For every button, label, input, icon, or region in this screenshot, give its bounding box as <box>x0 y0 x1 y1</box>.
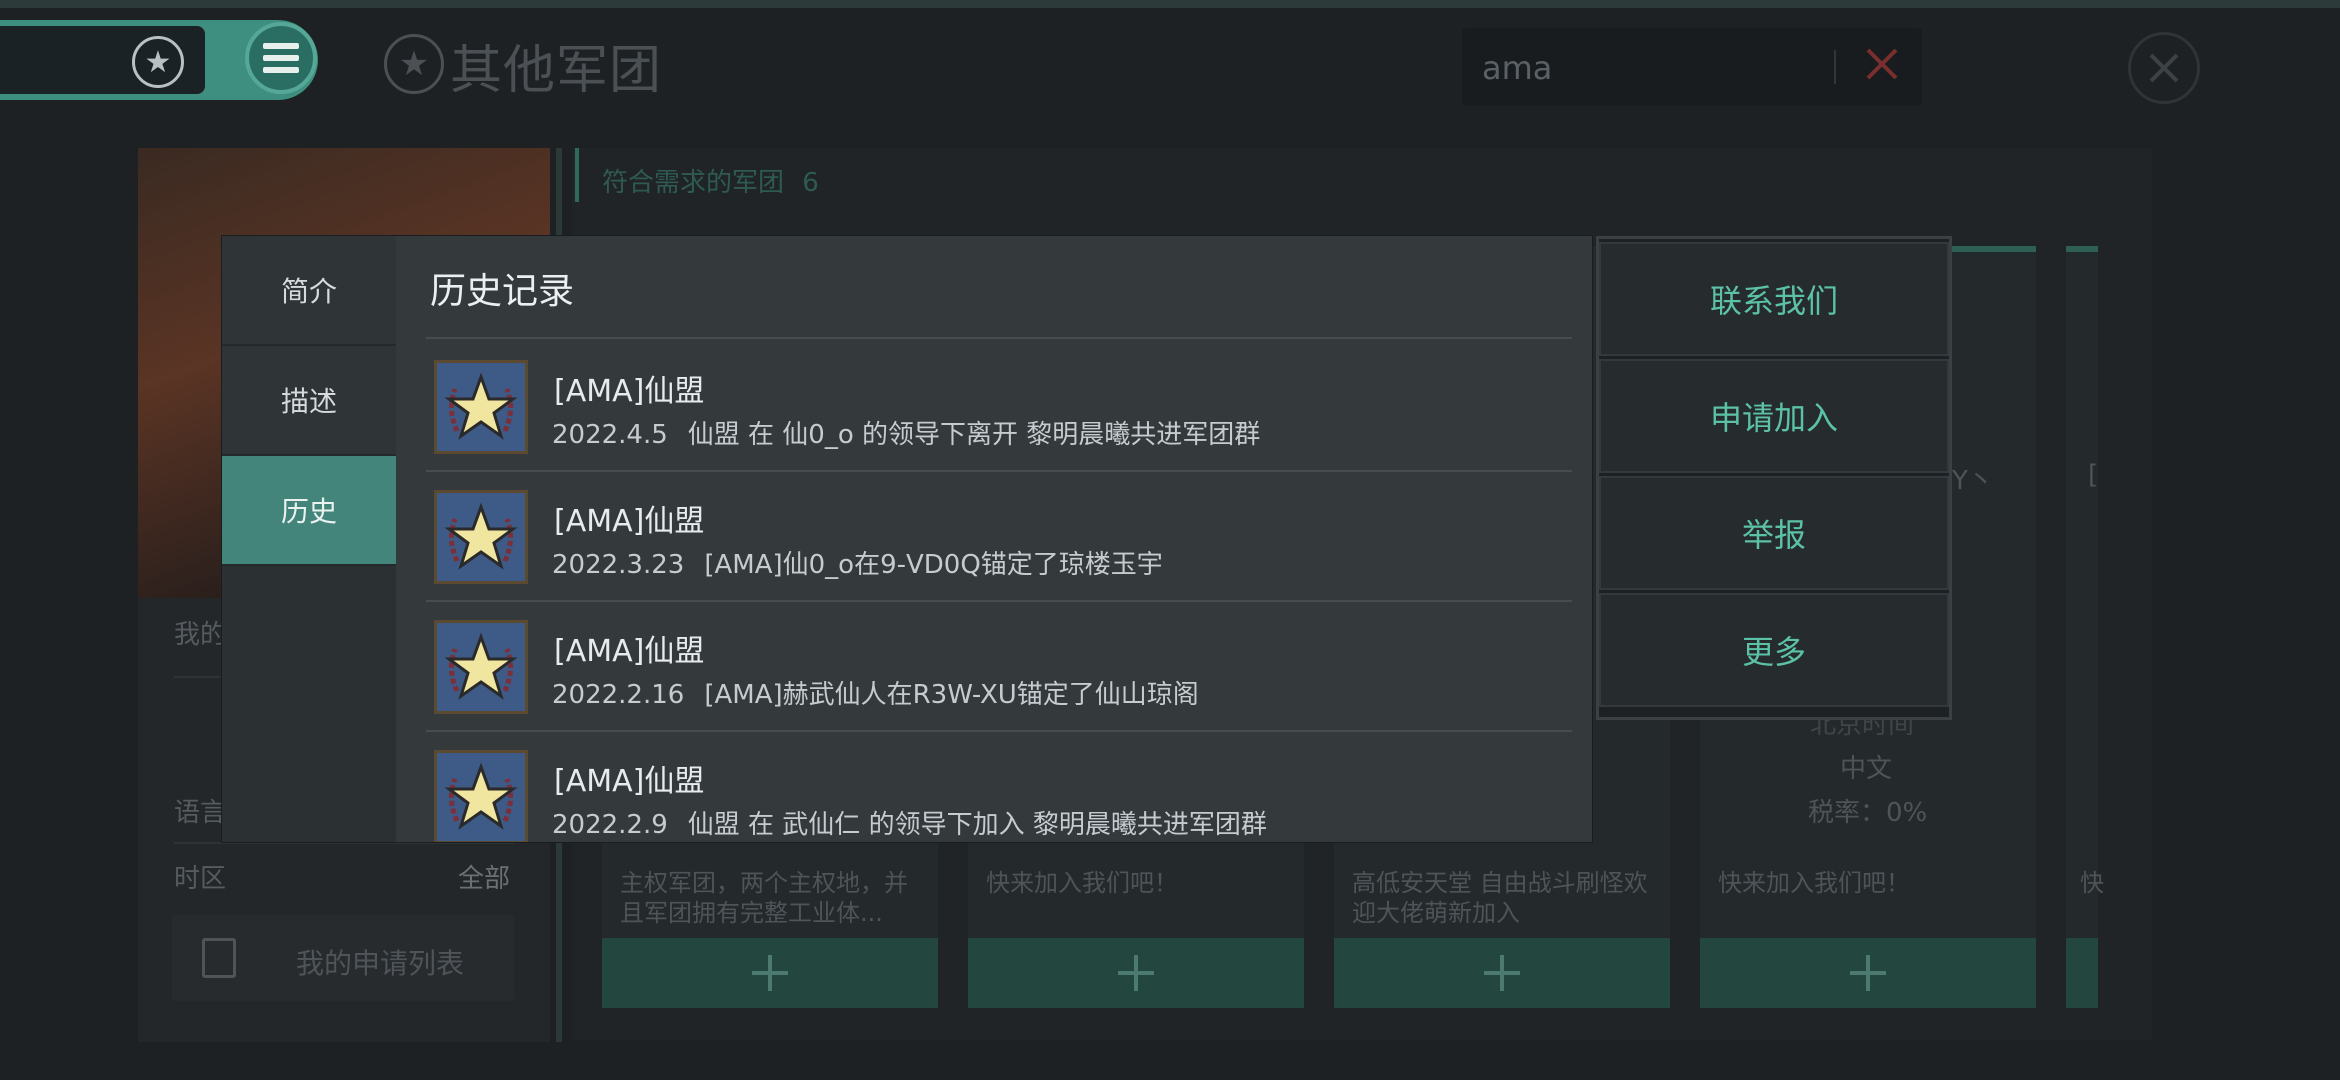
entry-text: 2022.4.5 仙盟 在 仙0_o 的领导下离开 黎明晨曦共进军团群 <box>552 414 1260 451</box>
corp-language: 中文 <box>1840 754 1893 784</box>
corp-card-desc-fragment: 快 <box>2080 869 2104 897</box>
plus-icon <box>752 955 788 991</box>
tab-history[interactable]: 历史 <box>222 456 396 566</box>
report-button[interactable]: 举报 <box>1599 476 1949 590</box>
entry-corp-name: [AMA]仙盟 <box>554 374 705 409</box>
corp-logo-icon <box>434 490 528 584</box>
entry-date: 2022.2.16 <box>552 680 685 710</box>
corp-card-add-button[interactable] <box>602 938 938 1008</box>
title-divider <box>426 337 1572 339</box>
page-title: 其他军团 <box>450 41 663 101</box>
clear-search-icon[interactable] <box>1862 44 1902 84</box>
entry-date: 2022.4.5 <box>552 420 668 450</box>
star-laurel-icon <box>444 632 518 700</box>
corp-card-desc: 快来加入我们吧！ <box>1718 869 1910 897</box>
history-entry: [AMA]仙盟 2022.2.16 [AMA]赫武仙人在R3W-XU锚定了仙山琼阁 <box>426 604 1572 732</box>
tab-intro[interactable]: 简介 <box>222 236 396 346</box>
clipboard-icon <box>202 938 236 978</box>
close-button[interactable] <box>2128 32 2200 104</box>
entry-text: 2022.2.16 [AMA]赫武仙人在R3W-XU锚定了仙山琼阁 <box>552 674 1199 711</box>
action-menu: 联系我们 申请加入 举报 更多 <box>1596 236 1952 720</box>
divider <box>174 842 514 844</box>
top-border <box>0 0 2340 8</box>
my-application-list-label: 我的申请列表 <box>296 947 465 980</box>
match-label: 符合需求的军团 6 <box>602 162 819 199</box>
corp-tax: 税率：0% <box>1808 798 1928 828</box>
star-laurel-icon <box>444 502 518 570</box>
apply-join-button[interactable]: 申请加入 <box>1599 359 1949 473</box>
modal-tab-bar: 简介 描述 历史 <box>222 236 396 842</box>
search-separator <box>1834 50 1836 84</box>
plus-icon <box>1850 955 1886 991</box>
history-title: 历史记录 <box>430 271 575 312</box>
corp-card-add-button[interactable] <box>1334 938 1670 1008</box>
close-icon <box>2149 53 2179 83</box>
star-laurel-icon <box>444 372 518 440</box>
menu-line-icon <box>263 43 299 49</box>
menu-line-icon <box>263 67 299 73</box>
contact-us-button[interactable]: 联系我们 <box>1599 242 1949 356</box>
entry-description: [AMA]赫武仙人在R3W-XU锚定了仙山琼阁 <box>704 680 1199 710</box>
history-entry: [AMA]仙盟 2022.4.5 仙盟 在 仙0_o 的领导下离开 黎明晨曦共进军团… <box>426 344 1572 472</box>
star-laurel-icon <box>444 762 518 830</box>
corp-logo-icon <box>434 750 528 842</box>
corp-star-icon: ★ <box>132 36 184 88</box>
more-button[interactable]: 更多 <box>1599 593 1949 707</box>
search-box[interactable] <box>1462 28 1922 106</box>
plus-icon <box>1118 955 1154 991</box>
entry-description: 仙盟 在 仙0_o 的领导下离开 黎明晨曦共进军团群 <box>687 420 1261 450</box>
timezone-label: 时区 <box>174 864 227 894</box>
menu-line-icon <box>263 55 299 61</box>
history-entry: [AMA]仙盟 2022.2.9 仙盟 在 武仙仁 的领导下加入 黎明晨曦共进军团群 <box>426 734 1572 842</box>
card-accent <box>2066 246 2098 252</box>
entry-date: 2022.3.23 <box>552 550 685 580</box>
history-entry: [AMA]仙盟 2022.3.23 [AMA]仙0_o在9-VD0Q锚定了琼楼玉宇 <box>426 474 1572 602</box>
corp-logo-icon <box>434 620 528 714</box>
corp-card-desc: 高低安天堂 自由战斗刷怪欢迎大佬萌新加入 <box>1352 869 1648 927</box>
hamburger-menu-button[interactable] <box>245 22 317 94</box>
entry-text: 2022.2.9 仙盟 在 武仙仁 的领导下加入 黎明晨曦共进军团群 <box>552 804 1267 841</box>
entry-corp-name: [AMA]仙盟 <box>554 764 705 799</box>
search-input[interactable] <box>1480 42 1784 94</box>
title-star-icon: ★ <box>384 34 444 94</box>
my-label: 我的 <box>174 620 227 650</box>
corp-card-add-button[interactable] <box>968 938 1304 1008</box>
entry-date: 2022.2.9 <box>552 810 668 840</box>
entry-description: [AMA]仙0_o在9-VD0Q锚定了琼楼玉宇 <box>704 550 1163 580</box>
corp-name-fragment: [ <box>2088 460 2099 490</box>
section-marker <box>575 148 579 202</box>
entry-description: 仙盟 在 武仙仁 的领导下加入 黎明晨曦共进军团群 <box>687 810 1267 840</box>
entry-corp-name: [AMA]仙盟 <box>554 634 705 669</box>
match-label-text: 符合需求的军团 <box>602 168 785 198</box>
plus-icon <box>1484 955 1520 991</box>
timezone-value[interactable]: 全部 <box>458 858 510 895</box>
corp-logo-icon <box>434 360 528 454</box>
entry-corp-name: [AMA]仙盟 <box>554 504 705 539</box>
corp-card-add-button[interactable] <box>1700 938 2036 1008</box>
tab-description[interactable]: 描述 <box>222 346 396 456</box>
corp-name-fragment: Y丶 <box>1952 466 1994 496</box>
match-count: 6 <box>802 168 819 198</box>
corp-card-desc: 主权军团，两个主权地，并且军团拥有完整工业体... <box>620 869 908 927</box>
corp-card-add-partial[interactable] <box>2066 938 2098 1008</box>
language-label: 语言 <box>174 798 227 828</box>
entry-text: 2022.3.23 [AMA]仙0_o在9-VD0Q锚定了琼楼玉宇 <box>552 544 1163 581</box>
corp-card-desc: 快来加入我们吧！ <box>986 869 1178 897</box>
